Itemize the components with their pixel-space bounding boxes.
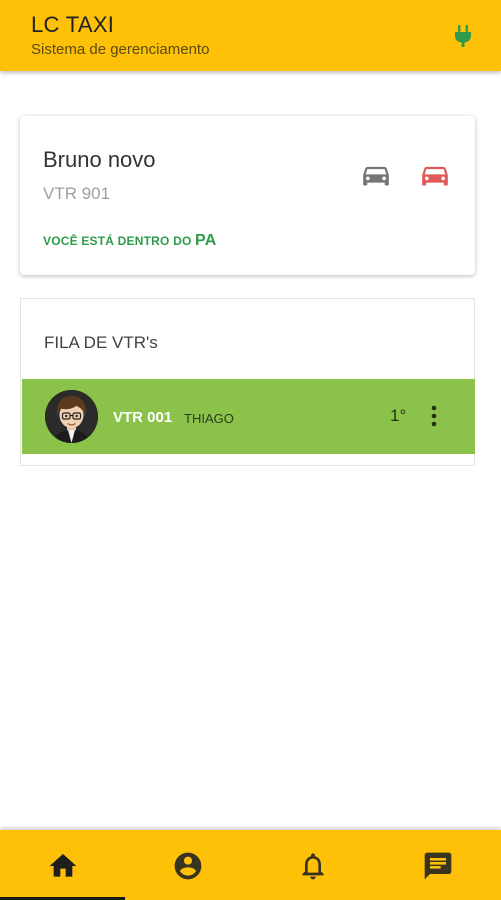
zone-status-text: VOCÊ ESTÁ DENTRO DO (43, 234, 192, 248)
queue-item-driver: THIAGO (184, 411, 234, 426)
nav-home[interactable] (0, 830, 125, 900)
queue-title: FILA DE VTR's (44, 333, 158, 352)
nav-notifications[interactable] (250, 830, 375, 900)
home-icon (49, 854, 77, 877)
driver-card: Bruno novo VTR 901 VOCÊ ESTÁ DENTRO DO P… (20, 116, 475, 275)
chat-icon (424, 852, 452, 880)
vehicle-code: VTR 901 (43, 184, 111, 203)
nav-profile[interactable] (125, 830, 250, 900)
nav-messages[interactable] (375, 830, 500, 900)
queue-item-vtr: VTR 001 (113, 409, 173, 426)
more-vert-icon[interactable] (427, 404, 441, 428)
car-icon-red[interactable] (421, 162, 449, 188)
queue-item[interactable]: VTR 001 THIAGO 1° (22, 379, 475, 454)
queue-item-position: 1° (390, 406, 407, 425)
avatar (45, 390, 98, 443)
bottom-nav (0, 830, 501, 900)
account-circle-icon (174, 852, 202, 880)
plug-icon[interactable] (453, 24, 473, 48)
car-icon-gray[interactable] (362, 162, 390, 188)
app-bar: LC TAXI Sistema de gerenciamento (0, 0, 501, 71)
zone-name: PA (195, 232, 217, 249)
zone-status: VOCÊ ESTÁ DENTRO DO PA (43, 232, 216, 250)
bell-icon (302, 853, 324, 880)
app-subtitle: Sistema de gerenciamento (31, 41, 210, 58)
driver-name: Bruno novo (43, 147, 156, 172)
app-title: LC TAXI (31, 12, 115, 37)
queue-card: FILA DE VTR's VTR 001 THIAGO 1° (20, 298, 475, 466)
